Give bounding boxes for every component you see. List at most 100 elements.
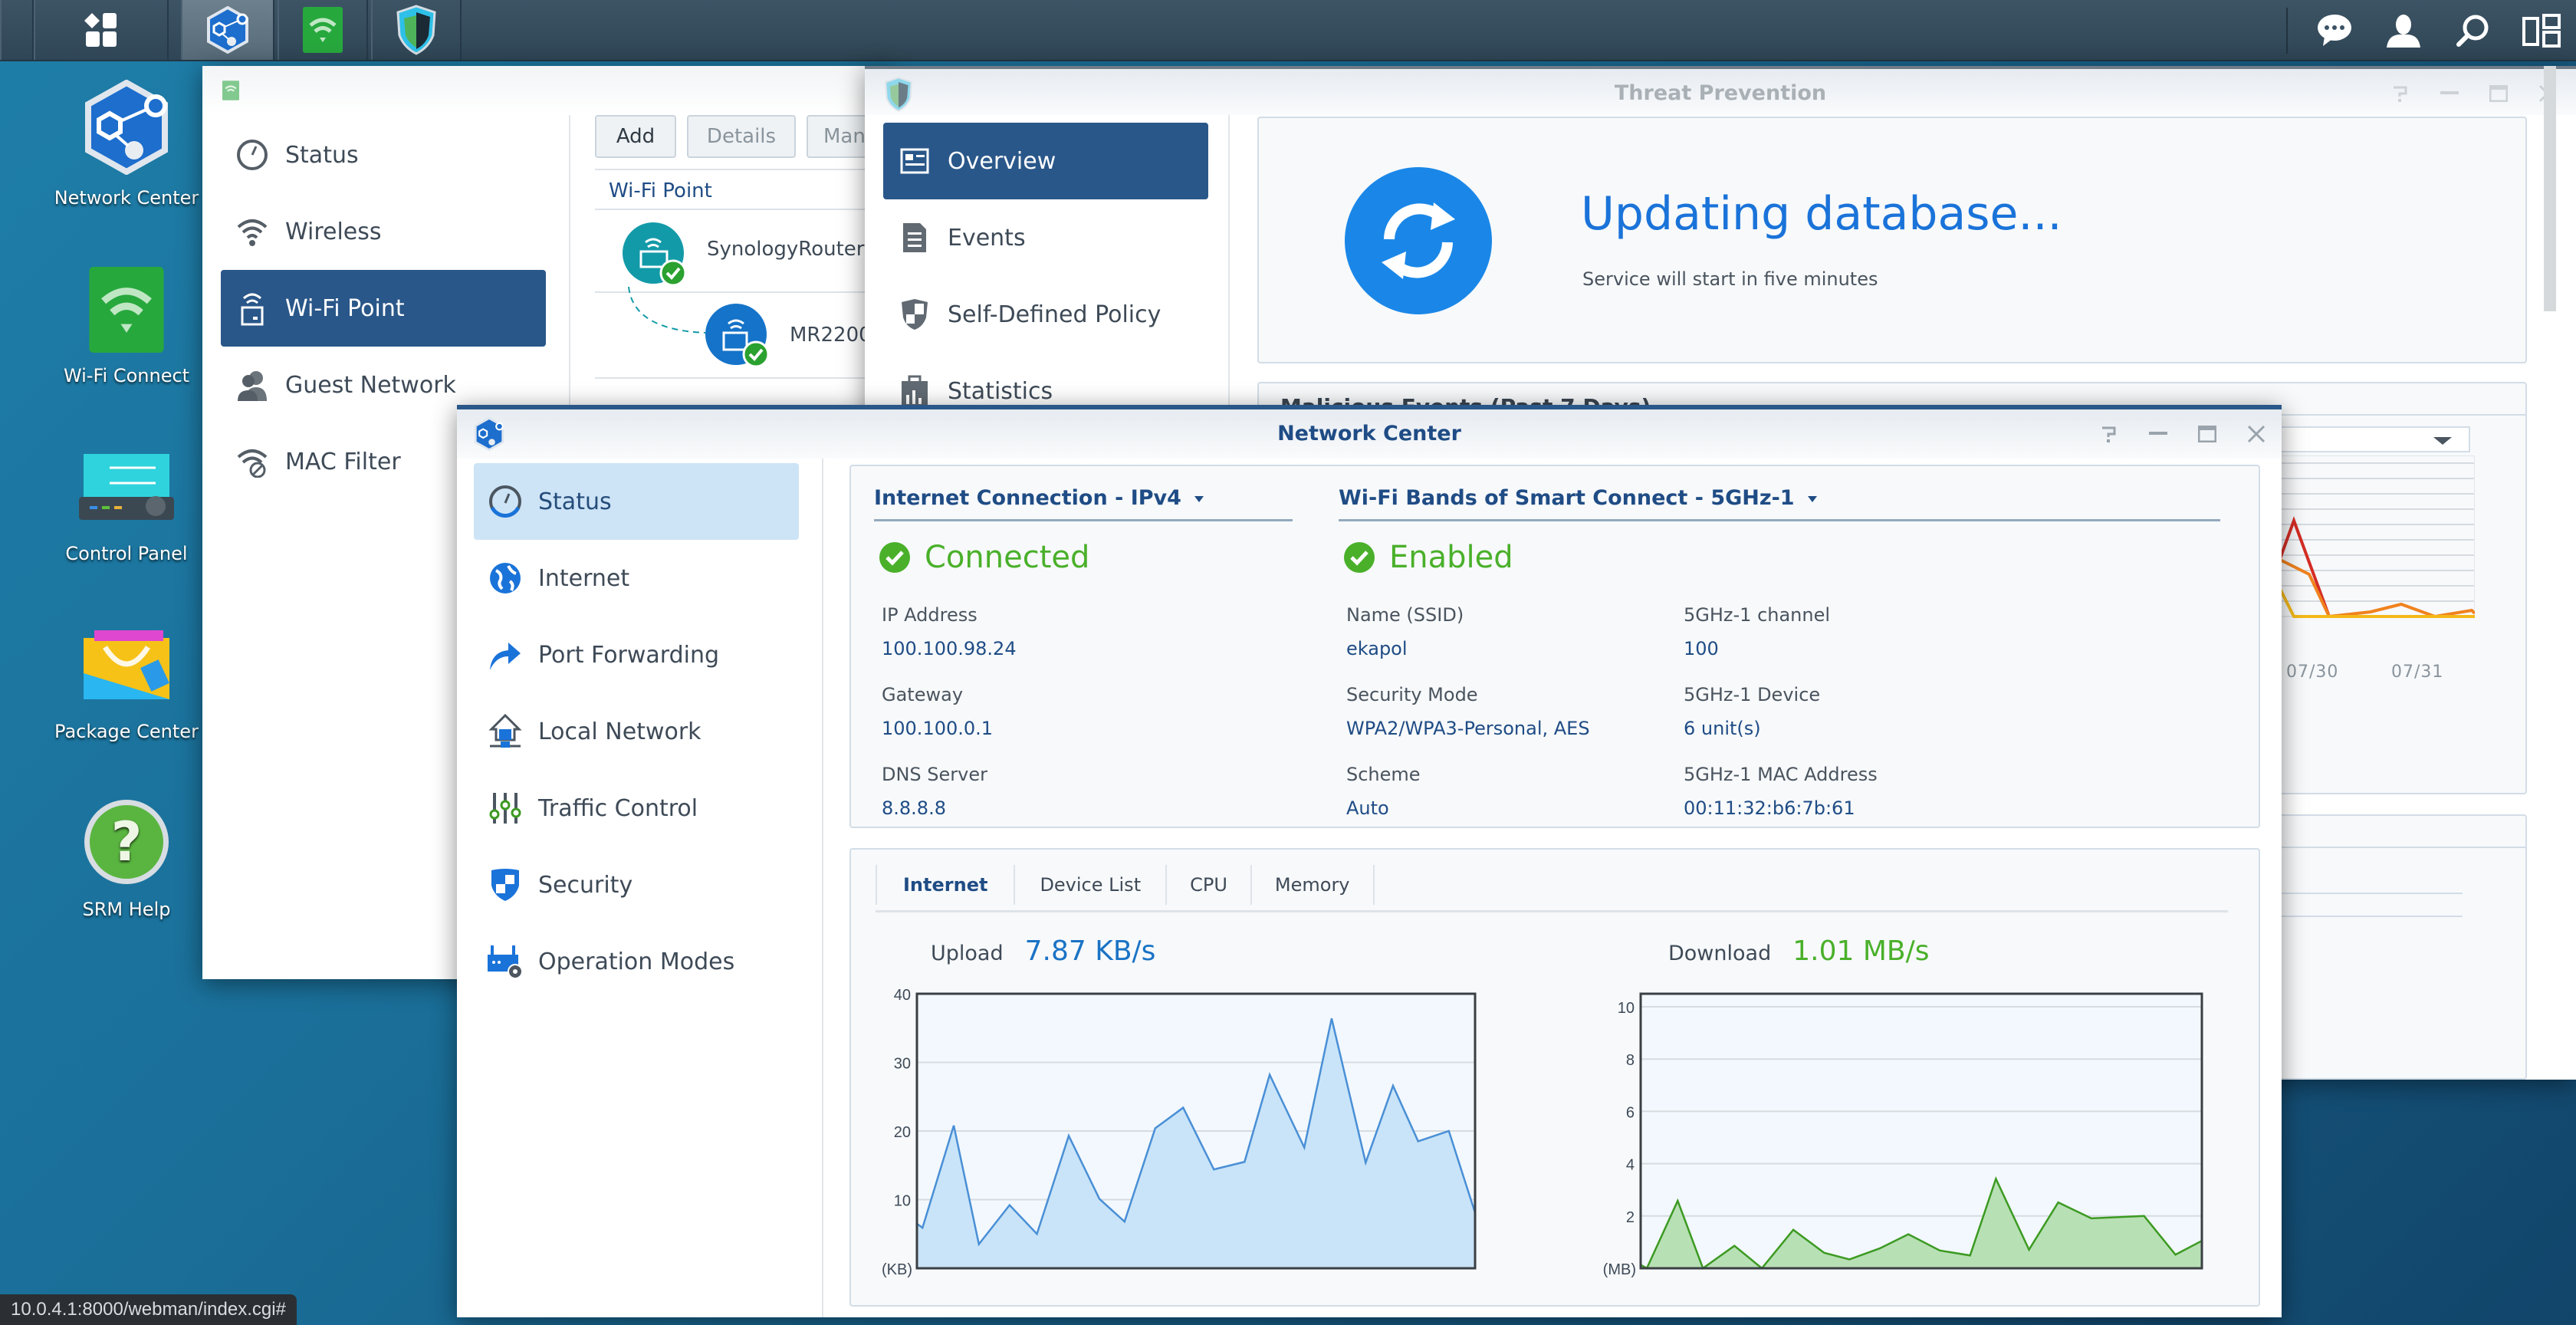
taskbar-app-network-center[interactable] — [181, 0, 274, 60]
taskbar-edge — [0, 0, 34, 60]
nc-nav-label: Status — [538, 488, 612, 515]
network-center-icon — [207, 6, 248, 54]
wifi-nav-wifi-point[interactable]: Wi-Fi Point — [221, 270, 546, 347]
desktop-icon-wifi-connect[interactable]: Wi-Fi Connect — [38, 267, 215, 388]
x-tick-label: 07/30 — [2286, 662, 2339, 682]
nc-nav-status[interactable]: Status — [474, 463, 799, 540]
tab-cpu[interactable]: CPU — [1167, 864, 1252, 905]
widgets-button[interactable] — [2507, 0, 2576, 61]
wifi-nav-wireless[interactable]: Wireless — [221, 193, 546, 270]
nc-nav-traffic-control[interactable]: Traffic Control — [474, 770, 799, 847]
nc-nav-security[interactable]: Security — [474, 847, 799, 923]
desktop-icon-srm-help[interactable]: ? SRM Help — [38, 797, 215, 922]
field-label: 5GHz-1 Device — [1684, 684, 1821, 705]
traffic-panel: Internet Device List CPU Memory Upload 7… — [849, 848, 2260, 1307]
internet-connection-header: Internet Connection - IPv4 — [874, 486, 1181, 510]
internet-connection-dropdown[interactable]: Internet Connection - IPv4 — [874, 478, 1293, 521]
desktop-icon-network-center[interactable]: Network Center — [38, 79, 215, 210]
desktop-icon-control-panel[interactable]: Control Panel — [38, 443, 215, 566]
ssid-value: ekapol — [1346, 638, 1408, 659]
nc-nav-internet[interactable]: Internet — [474, 540, 799, 616]
tab-device-list[interactable]: Device List — [1015, 864, 1168, 905]
threat-nav-events[interactable]: Events — [883, 199, 1208, 276]
threat-status-subtitle: Service will start in five minutes — [1582, 268, 1878, 290]
wifi-bands-dropdown[interactable]: Wi-Fi Bands of Smart Connect - 5GHz-1 — [1339, 478, 2220, 521]
main-menu-button[interactable] — [34, 0, 169, 60]
help-button[interactable] — [2383, 77, 2418, 110]
wifi-nav-status[interactable]: Status — [221, 117, 546, 193]
help-button[interactable] — [2091, 417, 2127, 451]
security-mode-value: WPA2/WPA3-Personal, AES — [1346, 718, 1590, 739]
package-center-icon — [84, 630, 169, 699]
desktop-icon-package-center[interactable]: Package Center — [38, 620, 215, 744]
mesh-point-icon — [705, 304, 770, 368]
desktop-icon-label: Wi-Fi Connect — [63, 365, 190, 386]
network-center-titlebar[interactable]: Network Center — [457, 409, 2282, 459]
wifi-point-row[interactable]: MR2200ac — [595, 287, 902, 379]
gateway-value: 100.100.0.1 — [882, 718, 994, 739]
x-tick-label: 07/31 — [2391, 662, 2444, 682]
nc-nav-label: Local Network — [538, 718, 702, 745]
network-center-icon — [85, 79, 168, 176]
tab-memory[interactable]: Memory — [1252, 864, 1375, 905]
field-label: Gateway — [882, 684, 964, 705]
y-tick-label: 4 — [1626, 1157, 1635, 1174]
check-circle-icon — [1344, 542, 1375, 573]
details-button[interactable]: Details — [687, 115, 796, 158]
wifi-connect-titlebar[interactable] — [202, 66, 892, 115]
wifi-point-row[interactable]: SynologyRouter — [595, 210, 902, 293]
ip-address-value: 100.100.98.24 — [882, 638, 1017, 659]
internet-status-text: Connected — [925, 540, 1090, 575]
wifi-fields-left: Name (SSID) ekapol Security Mode WPA2/WP… — [1346, 598, 1590, 825]
maximize-button[interactable] — [2481, 77, 2516, 110]
desktop-icon-label: Network Center — [54, 187, 199, 209]
desktop-icon-label: Package Center — [54, 721, 199, 742]
wifi-point-name: SynologyRouter — [707, 238, 865, 261]
taskbar — [0, 0, 2576, 61]
search-button[interactable] — [2438, 0, 2507, 61]
control-panel-icon — [79, 454, 174, 520]
add-button[interactable]: Add — [595, 115, 676, 158]
tab-internet[interactable]: Internet — [876, 864, 1016, 905]
minimize-button[interactable] — [2432, 77, 2467, 110]
nc-nav-local-network[interactable]: Local Network — [474, 693, 799, 770]
taskbar-app-threat-prevention[interactable] — [371, 0, 462, 60]
download-chart: 2 4 6 8 10 (MB) — [1603, 992, 2203, 1278]
user-button[interactable] — [2369, 0, 2438, 61]
internet-status: Connected — [879, 540, 1089, 575]
close-button[interactable] — [2239, 417, 2274, 451]
scrollbar[interactable] — [2544, 66, 2556, 311]
maximize-button[interactable] — [2190, 417, 2225, 451]
wifi-status: Enabled — [1343, 540, 1513, 575]
taskbar-app-wifi-connect[interactable] — [278, 0, 368, 60]
window-controls — [2091, 417, 2274, 451]
minimize-icon — [2440, 91, 2459, 94]
threat-nav-self-defined-policy[interactable]: Self-Defined Policy — [883, 276, 1208, 353]
network-center-window: Network Center Status Internet Port Forw… — [457, 405, 2282, 1317]
field-label: DNS Server — [882, 764, 987, 785]
threat-prevention-titlebar[interactable]: Threat Prevention — [865, 66, 2576, 115]
y-unit-label: (MB) — [1603, 1261, 1636, 1278]
mac-filter-icon — [233, 442, 271, 481]
upload-rate: 7.87 KB/s — [1024, 935, 1156, 967]
nc-nav-port-forwarding[interactable]: Port Forwarding — [474, 616, 799, 693]
router-gear-icon — [486, 942, 524, 981]
minimize-button[interactable] — [2141, 417, 2176, 451]
svg-text:?: ? — [111, 810, 143, 873]
wifi-connect-icon — [89, 267, 164, 353]
globe-icon — [486, 559, 524, 597]
wifi-point-list-header: Wi-Fi Point — [595, 169, 902, 210]
traffic-tabs: Internet Device List CPU Memory — [876, 859, 2228, 912]
notifications-button[interactable] — [2300, 0, 2369, 61]
threat-nav-overview[interactable]: Overview — [883, 123, 1208, 199]
security-shield-icon — [486, 866, 524, 904]
y-tick-label: 2 — [1626, 1209, 1635, 1226]
internet-fields: IP Address 100.100.98.24 Gateway 100.100… — [882, 598, 1017, 825]
scheme-value: Auto — [1346, 797, 1389, 819]
user-icon — [2387, 15, 2420, 48]
nc-nav-label: Internet — [538, 564, 630, 592]
wifi-nav-label: Status — [285, 141, 359, 169]
wifi-bands-header: Wi-Fi Bands of Smart Connect - 5GHz-1 — [1339, 486, 1795, 510]
nc-nav-operation-modes[interactable]: Operation Modes — [474, 923, 799, 1000]
wifi-connect-icon — [222, 81, 239, 100]
